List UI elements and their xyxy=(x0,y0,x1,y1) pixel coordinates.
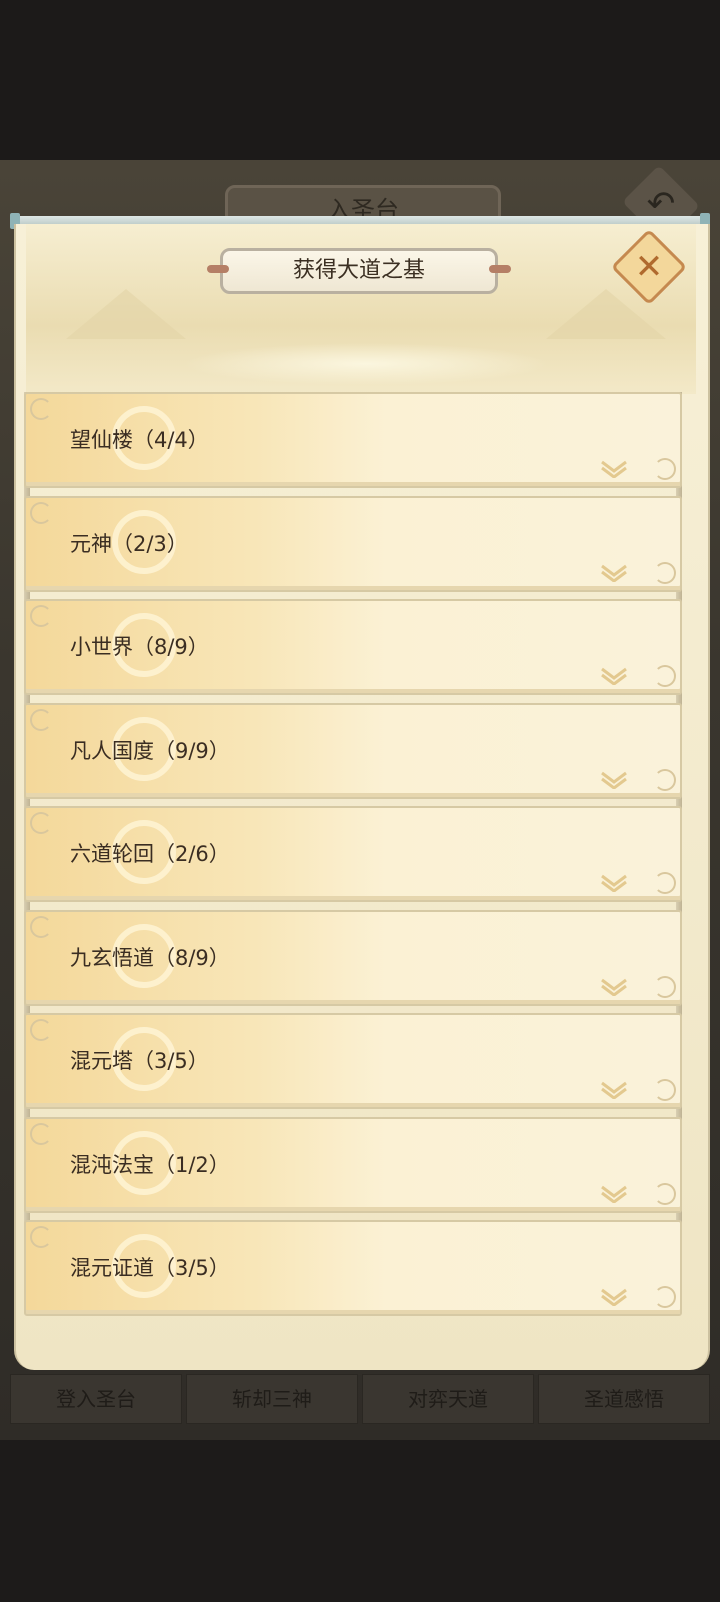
close-icon: ✕ xyxy=(634,247,664,287)
cloud-ornament xyxy=(30,1226,52,1248)
chevron-down-icon[interactable] xyxy=(600,667,628,685)
cloud-ornament xyxy=(654,561,676,584)
cloud-ornament xyxy=(654,1079,676,1101)
cloud-ornament xyxy=(654,1286,676,1308)
cloud-ornament xyxy=(654,1182,676,1205)
list-item-label: 元神（2/3） xyxy=(70,531,188,556)
chevron-down-icon[interactable] xyxy=(600,1081,628,1099)
cloud-ornament xyxy=(654,975,676,998)
list-item[interactable]: 元神（2/3） xyxy=(24,495,682,592)
cloud-ornament xyxy=(654,768,676,791)
status-bar-area xyxy=(0,0,720,160)
cloud-ornament xyxy=(30,1122,52,1145)
list-item[interactable]: 九玄悟道（8/9） xyxy=(24,909,682,1006)
cloud-ornament xyxy=(30,708,52,731)
list-item-label: 小世界（8/9） xyxy=(70,635,209,659)
cloud-ornament xyxy=(30,501,52,524)
cloud-ornament xyxy=(654,458,676,480)
tab-slay-three-gods[interactable]: 斩却三神 xyxy=(186,1374,358,1424)
chevron-down-icon[interactable] xyxy=(600,564,628,582)
cloud-ornament xyxy=(654,872,676,894)
chevron-down-icon[interactable] xyxy=(600,1185,628,1203)
chevron-down-icon[interactable] xyxy=(600,978,628,996)
cloud-ornament xyxy=(30,605,52,627)
list-item[interactable]: 望仙楼（4/4） xyxy=(24,392,682,488)
list-item-label: 六道轮回（2/6） xyxy=(70,842,230,866)
tab-duel-heaven[interactable]: 对弈天道 xyxy=(362,1374,534,1424)
chevron-down-icon[interactable] xyxy=(600,771,628,789)
list-item[interactable]: 混元证道（3/5） xyxy=(24,1220,682,1316)
list-item[interactable]: 混元塔（3/5） xyxy=(24,1013,682,1109)
list-item-label: 混元证道（3/5） xyxy=(70,1256,230,1280)
bottom-tab-bar: 登入圣台 斩却三神 对弈天道 圣道感悟 xyxy=(10,1374,710,1424)
list-item-label: 望仙楼（4/4） xyxy=(70,428,209,452)
list-item-label: 混沌法宝（1/2） xyxy=(70,1152,230,1177)
mountain-decoration xyxy=(66,289,186,339)
tab-sage-insight[interactable]: 圣道感悟 xyxy=(538,1374,710,1424)
list-item-label: 九玄悟道（8/9） xyxy=(70,945,230,970)
chevron-down-icon[interactable] xyxy=(600,1288,628,1306)
chevron-down-icon[interactable] xyxy=(600,874,628,892)
list-item[interactable]: 混沌法宝（1/2） xyxy=(24,1116,682,1213)
achievement-list: 望仙楼（4/4） 元神（2/3） 小世界（8/9） 凡人国度（9/9） 六道轮回… xyxy=(24,392,682,1324)
cloud-ornament xyxy=(30,1019,52,1041)
dialog-title: 获得大道之基 xyxy=(207,248,511,294)
list-item-label: 凡人国度（9/9） xyxy=(70,738,230,763)
list-item-label: 混元塔（3/5） xyxy=(70,1049,209,1073)
list-item[interactable]: 六道轮回（2/6） xyxy=(24,806,682,902)
tab-enter-sage-platform[interactable]: 登入圣台 xyxy=(10,1374,182,1424)
cloud-ornament xyxy=(30,812,52,834)
chevron-down-icon[interactable] xyxy=(600,460,628,478)
cloud-ornament xyxy=(30,915,52,938)
list-item[interactable]: 小世界（8/9） xyxy=(24,599,682,695)
cloud-ornament xyxy=(30,398,52,420)
list-item[interactable]: 凡人国度（9/9） xyxy=(24,702,682,799)
cloud-ornament xyxy=(654,665,676,687)
